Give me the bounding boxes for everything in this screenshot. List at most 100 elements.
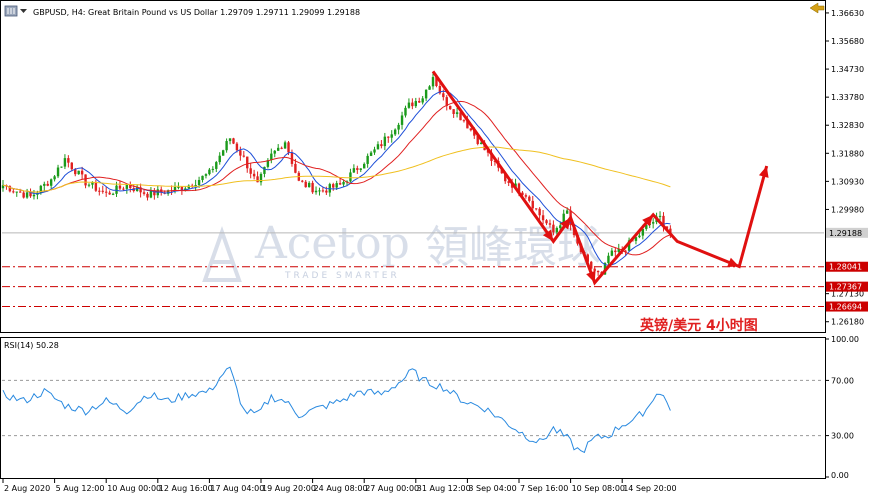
candle — [318, 190, 321, 192]
candle — [400, 115, 404, 125]
time-tick-label: 17 Aug 04:00 — [210, 484, 264, 493]
price-tick-label: 1.29980 — [831, 205, 864, 214]
candle — [363, 163, 366, 169]
candle — [418, 101, 421, 103]
candle — [142, 192, 146, 194]
watermark-brand: Acetop — [254, 218, 410, 269]
candle — [658, 215, 662, 217]
candle — [277, 147, 280, 151]
time-tick-label: 10 Sep 08:00 — [572, 484, 625, 493]
time-tick-label: 19 Aug 20:00 — [262, 484, 316, 493]
price-tick-label: 1.31880 — [831, 149, 864, 158]
rsi-tick-label: 0.00 — [831, 471, 849, 480]
candle — [246, 156, 249, 169]
symbol-icon — [4, 5, 18, 17]
candle — [538, 208, 541, 216]
candle — [84, 174, 87, 186]
candle — [548, 223, 552, 225]
candle — [146, 193, 149, 198]
candle — [383, 136, 387, 147]
candle — [204, 174, 208, 176]
chart-title-cn: 英镑/美元 4小时图 — [639, 317, 758, 334]
candle — [56, 167, 60, 177]
candle — [421, 98, 424, 103]
price-tick-label: 1.30930 — [831, 177, 864, 186]
price-tick-label: 1.35680 — [831, 37, 864, 46]
candle — [273, 150, 276, 154]
candle — [462, 120, 466, 122]
candle — [22, 192, 25, 198]
candle — [449, 105, 452, 110]
candle — [53, 176, 56, 180]
rsi-tick-label: 100.00 — [831, 335, 859, 344]
candle — [80, 170, 84, 175]
candle — [122, 188, 125, 190]
candle — [366, 155, 369, 164]
candle — [242, 155, 245, 157]
candle — [252, 173, 256, 177]
candle — [32, 194, 36, 197]
candle — [325, 190, 328, 193]
time-tick-label: 3 Sep 04:00 — [468, 484, 516, 493]
candle — [311, 182, 314, 193]
candle — [225, 141, 228, 151]
candle — [111, 193, 115, 195]
candle — [249, 168, 252, 174]
price-tick-label: 1.34730 — [831, 65, 864, 74]
candle — [235, 143, 239, 151]
candle — [232, 138, 235, 144]
candle — [287, 142, 290, 153]
candle — [638, 235, 641, 238]
time-tick-label: 5 Aug 12:00 — [56, 484, 105, 493]
candle — [25, 192, 29, 198]
candle — [49, 179, 53, 186]
candle — [552, 224, 555, 233]
price-tick-label: 1.26180 — [831, 318, 864, 327]
level-box-label: 1.26694 — [829, 303, 862, 312]
rsi-title: RSI(14) 50.28 — [4, 341, 59, 350]
candle — [442, 93, 445, 98]
candle — [651, 222, 655, 224]
candle — [614, 250, 617, 253]
candle — [524, 195, 528, 197]
candle — [270, 153, 273, 161]
time-tick-label: 2 Aug 2020 — [4, 484, 50, 493]
candle — [431, 77, 435, 87]
candle — [335, 183, 338, 188]
candle — [301, 180, 304, 182]
candle — [373, 149, 376, 153]
candle — [77, 170, 80, 175]
candle — [294, 163, 297, 173]
candle — [101, 190, 104, 192]
level-box-label: 1.28041 — [829, 263, 862, 272]
candle — [559, 225, 562, 228]
candle — [349, 172, 352, 182]
candle — [411, 102, 414, 107]
candle — [545, 220, 548, 224]
candle — [12, 191, 15, 193]
candle — [208, 169, 211, 175]
candle — [46, 183, 49, 186]
candle — [342, 182, 345, 185]
price-tick-label: 1.33780 — [831, 93, 864, 102]
candle — [263, 166, 266, 174]
candle — [387, 136, 390, 138]
candle — [610, 250, 614, 256]
candle — [424, 89, 428, 99]
candle — [376, 144, 380, 150]
rsi-panel — [0, 337, 826, 479]
candle — [290, 152, 294, 164]
candle — [108, 192, 111, 195]
price-tick-label: 1.36630 — [831, 9, 864, 18]
candle — [19, 191, 22, 193]
candle — [70, 162, 73, 170]
candle — [356, 168, 359, 170]
candle — [535, 208, 538, 210]
candle — [118, 185, 122, 189]
candle — [397, 124, 400, 130]
candle — [60, 166, 63, 168]
candle — [67, 158, 70, 163]
candle — [607, 255, 610, 264]
candle — [201, 175, 204, 181]
candle — [452, 109, 455, 114]
